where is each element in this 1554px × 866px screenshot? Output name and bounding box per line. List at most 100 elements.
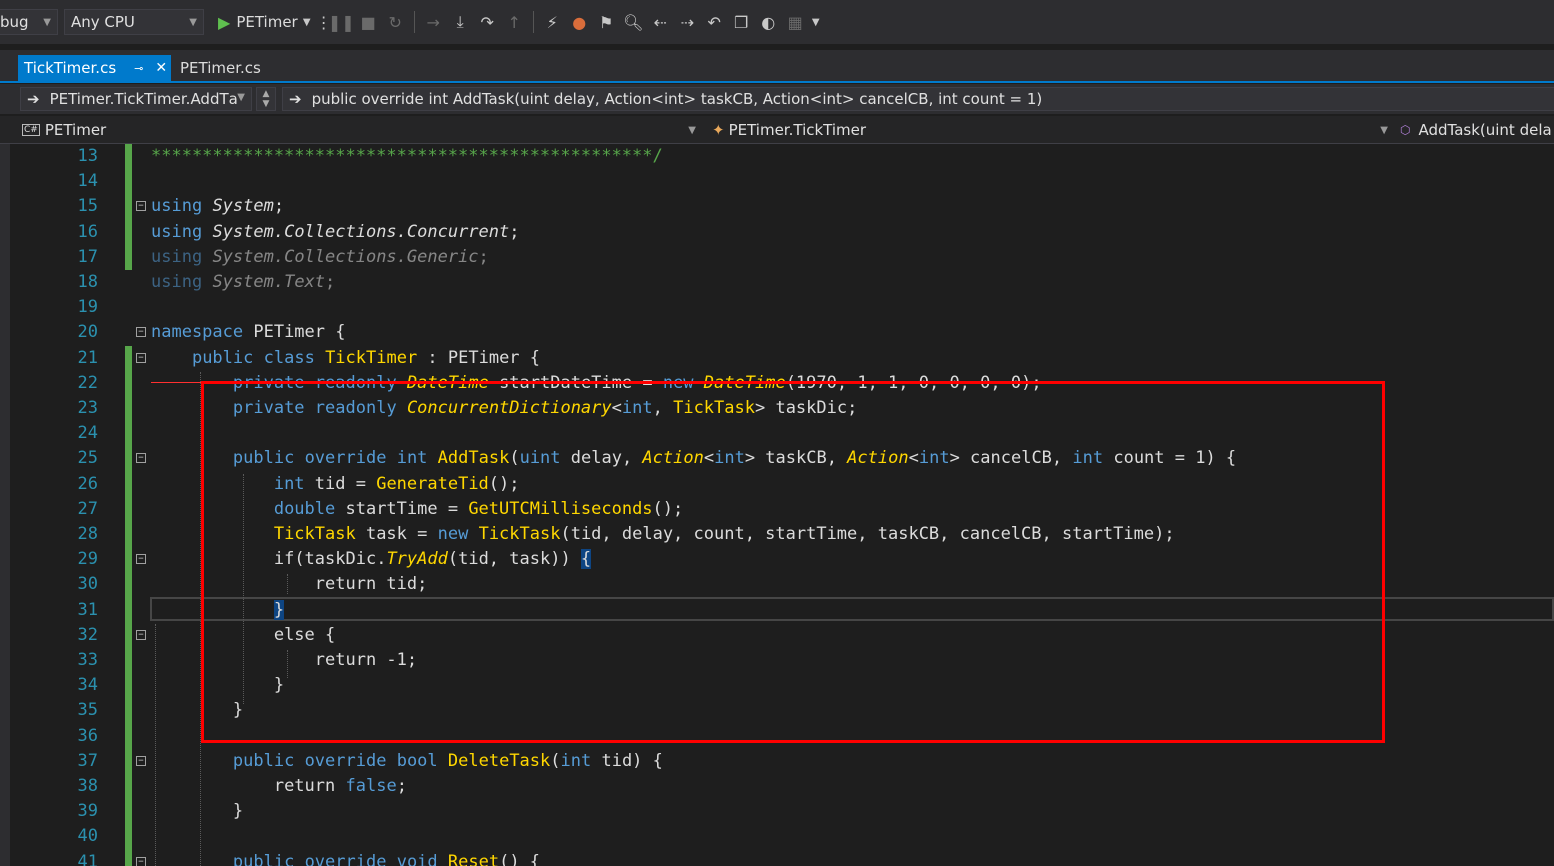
line-number: 30 — [77, 574, 98, 595]
step-out-icon[interactable]: ↑ — [501, 13, 528, 32]
line-number: 38 — [77, 776, 98, 796]
change-marker — [125, 622, 132, 648]
project-dropdown[interactable]: C# PETimer ▼ — [22, 119, 702, 141]
navigate-back-icon[interactable]: ⇠ — [647, 13, 674, 32]
line-number: 23 — [77, 398, 98, 418]
member-dropdown[interactable]: ➔ public override int AddTask(uint delay… — [282, 87, 1554, 111]
class-icon: ✦ — [712, 121, 725, 139]
copy-icon[interactable]: ❐ — [728, 13, 755, 32]
start-target-label[interactable]: PETimer — [236, 13, 297, 31]
step-over-icon[interactable]: ↷ — [474, 13, 501, 32]
navigate-forward-icon[interactable]: ⇢ — [674, 13, 701, 32]
collapse-icon[interactable]: − — [136, 554, 146, 565]
code-token: ; — [396, 776, 407, 796]
change-marker — [125, 572, 132, 598]
code-line: 20 − namespace PETimer { — [10, 320, 1554, 345]
code-line: 40 — [10, 824, 1554, 850]
close-icon[interactable]: ✕ — [155, 60, 167, 76]
code-text: using System; — [151, 194, 284, 219]
line-number: 27 — [77, 498, 98, 519]
scope-spinner[interactable]: ▲ ▼ — [256, 87, 276, 111]
pause-icon[interactable]: ❚❚ — [328, 13, 355, 32]
collapse-icon[interactable]: − — [136, 856, 146, 866]
change-marker — [125, 748, 132, 774]
start-debug-icon[interactable]: ▶ — [218, 13, 230, 32]
undo-icon[interactable]: ↶ — [701, 13, 728, 32]
solution-config-dropdown[interactable]: bug ▼ — [0, 9, 58, 35]
code-token: bool — [396, 750, 438, 771]
platform-value: Any CPU — [71, 13, 135, 31]
change-marker — [125, 496, 132, 522]
line-number: 22 — [77, 372, 98, 393]
breakpoint-icon[interactable]: ● — [566, 13, 593, 32]
code-line: 39 } — [10, 799, 1554, 825]
line-number: 39 — [77, 801, 98, 822]
hot-reload-icon[interactable]: ⚡ — [539, 13, 566, 32]
collapse-icon[interactable]: − — [136, 352, 146, 363]
collapse-icon[interactable]: − — [136, 327, 146, 338]
chevron-down-icon: ▼ — [688, 124, 696, 136]
collapse-icon[interactable]: − — [136, 201, 146, 212]
code-token: } — [232, 801, 244, 822]
code-line: 21 − public class TickTimer : PETimer { — [10, 345, 1554, 371]
line-number: 35 — [77, 700, 98, 721]
code-line: 41 − public override void Reset() { — [10, 849, 1554, 866]
toolbar: bug ▼ Any CPU ▼ ▶ PETimer ▼ ⋮ ❚❚ ■ ↻ → ⤓ ↷… — [0, 0, 1554, 44]
method-value: AddTask(uint dela — [1418, 121, 1552, 139]
line-number: 17 — [77, 246, 98, 267]
code-token: tid) { — [591, 750, 663, 771]
change-marker — [125, 849, 132, 866]
left-margin-strip — [0, 144, 10, 866]
change-marker — [125, 345, 132, 371]
chevron-down-icon: ▼ — [189, 16, 197, 28]
show-next-statement-icon[interactable]: → — [420, 13, 447, 32]
change-marker — [125, 673, 132, 699]
start-target-chevron-icon[interactable]: ▼ — [298, 17, 316, 28]
toggle-icon[interactable]: ◐ — [755, 13, 782, 32]
toolbar-overflow-icon[interactable]: ▼ — [809, 17, 823, 28]
code-token: using — [151, 221, 203, 242]
collapse-icon[interactable]: − — [136, 629, 146, 640]
pin-icon[interactable]: ⊸ — [134, 62, 143, 75]
collapse-icon[interactable]: − — [136, 755, 146, 766]
collapse-icon[interactable]: − — [136, 453, 146, 464]
code-token: false — [345, 776, 397, 796]
bookmark-icon[interactable]: ⚑ — [593, 13, 620, 32]
platform-dropdown[interactable]: Any CPU ▼ — [64, 9, 204, 35]
class-dropdown[interactable]: ✦ PETimer.TickTimer ▼ — [712, 119, 1392, 141]
line-number: 15 — [77, 196, 98, 217]
stop-icon[interactable]: ■ — [355, 13, 382, 32]
more-tools-icon[interactable]: ▦ — [782, 13, 809, 32]
line-number: 25 — [77, 448, 98, 469]
restart-icon[interactable]: ↻ — [382, 13, 409, 32]
code-line: 16 using System.Collections.Concurrent; — [10, 219, 1554, 245]
line-number: 33 — [77, 650, 98, 670]
navigation-bar: ➔ PETimer.TickTimer.AddTа ▼ ▲ ▼ ➔ public … — [0, 84, 1554, 114]
solution-config-value: bug — [0, 13, 29, 31]
code-token: using — [151, 272, 203, 292]
tab-ticktimer-cs[interactable]: TickTimer.cs ⊸ ✕ — [18, 55, 171, 81]
code-text: public override bool DeleteTask(int tid)… — [151, 749, 663, 774]
toolbar-grip-icon: ⋮ — [315, 12, 332, 32]
line-number: 34 — [77, 675, 98, 696]
line-number: 41 — [77, 851, 98, 866]
step-into-icon[interactable]: ⤓ — [447, 12, 474, 32]
change-marker — [125, 547, 132, 573]
scope-dropdown[interactable]: ➔ PETimer.TickTimer.AddTа ▼ — [20, 87, 252, 111]
code-token: TickTimer — [325, 347, 418, 368]
comment-text: ****************************************… — [151, 146, 663, 166]
change-marker — [125, 648, 132, 674]
toolbar-separator — [532, 11, 534, 33]
chevron-down-icon: ▼ — [1380, 124, 1388, 136]
tab-petimer-cs[interactable]: PETimer.cs — [174, 55, 267, 81]
code-token: PETimer { — [243, 322, 346, 343]
find-icon[interactable]: 🔍︎ — [620, 13, 647, 32]
code-token: System.Collections.Concurrent — [212, 221, 510, 242]
highlight-annotation-box — [201, 381, 1385, 743]
method-dropdown[interactable]: ⬡ AddTask(uint dela — [1400, 119, 1554, 141]
code-token: int — [560, 750, 592, 771]
